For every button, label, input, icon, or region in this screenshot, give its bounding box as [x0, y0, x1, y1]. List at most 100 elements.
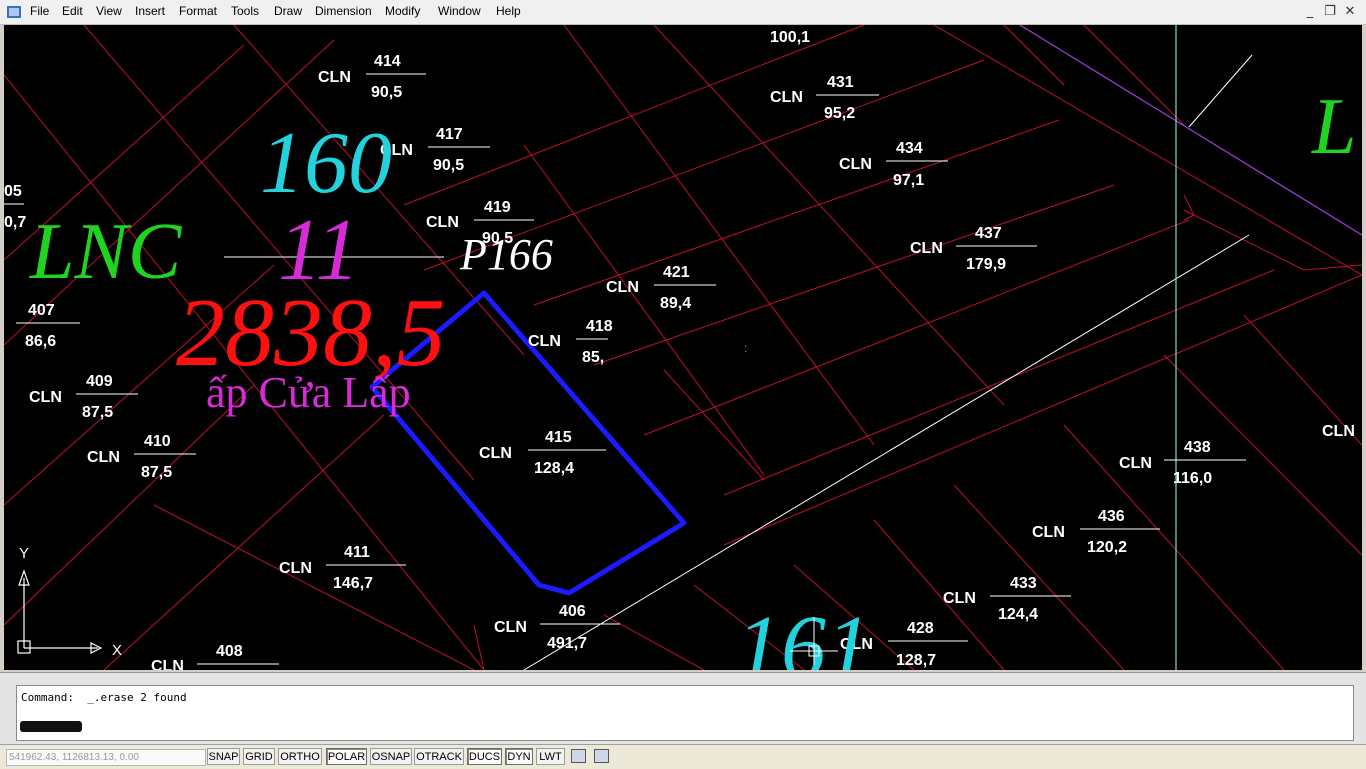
parcel-type-421: CLN	[606, 279, 639, 296]
parcel-area-438: 116,0	[1173, 470, 1212, 487]
parcel-area-407: 86,6	[25, 333, 56, 350]
snap-toggle[interactable]: SNAP	[207, 748, 240, 765]
parcel-area-414: 90,5	[371, 84, 402, 101]
partial-left-area: 0,7	[4, 214, 26, 231]
parcel-label: CLN 415 128,4	[479, 429, 606, 477]
restore-icon[interactable]: ❐	[1322, 4, 1338, 20]
parcel-type-414: CLN	[318, 69, 351, 86]
parcel-num-418: 418	[586, 318, 613, 335]
menu-dimension[interactable]: Dimension	[315, 4, 372, 18]
parcel-num-419: 419	[484, 199, 511, 216]
parcel-type-434: CLN	[839, 156, 872, 173]
parcel-num-437: 437	[975, 225, 1002, 242]
command-window[interactable]: Command: _.erase 2 found	[16, 685, 1354, 741]
parcel-area-411: 146,7	[333, 575, 373, 592]
parcel-label: CLN 408	[151, 643, 279, 670]
parcel-num-438: 438	[1184, 439, 1211, 456]
menu-help[interactable]: Help	[496, 4, 521, 18]
parcel-label: CLN 409 87,5	[29, 373, 138, 421]
otrack-toggle[interactable]: OTRACK	[414, 748, 464, 765]
polar-toggle[interactable]: POLAR	[326, 748, 367, 765]
menu-edit[interactable]: Edit	[62, 4, 83, 18]
menu-draw[interactable]: Draw	[274, 4, 302, 18]
parcel-label: CLN 411 146,7	[279, 544, 406, 592]
parcel-label: CLN 436 120,2	[1032, 508, 1160, 556]
partial-right-big: L	[1311, 83, 1357, 171]
command-input[interactable]	[20, 721, 82, 732]
menu-tools[interactable]: Tools	[231, 4, 259, 18]
parcel-area-417: 90,5	[433, 157, 464, 174]
ucs-x-label: X	[112, 642, 122, 659]
menu-format[interactable]: Format	[179, 4, 217, 18]
plot-reference: P166	[459, 230, 553, 279]
model-space-icon[interactable]	[571, 749, 586, 763]
cad-drawing[interactable]: CLN 414 90,5 CLN 417 90,5 CLN 419 90,5 C…	[4, 25, 1362, 670]
status-bar: 541962.43, 1126813.13, 0.00 SNAP GRID OR…	[0, 744, 1366, 769]
parcel-label: CLN 438 116,0	[1119, 439, 1246, 487]
parcel-num-408: 408	[216, 643, 243, 660]
sheet-number-161: 161	[736, 598, 871, 670]
parcel-area-434: 97,1	[893, 172, 924, 189]
parcel-label: CLN 417 90,5	[380, 126, 490, 174]
parcel-type-437: CLN	[910, 240, 943, 257]
menu-bar: File Edit View Insert Format Tools Draw …	[0, 0, 1366, 25]
parcel-type-408: CLN	[151, 658, 184, 670]
parcel-num-428: 428	[907, 620, 934, 637]
parcel-num-407: 407	[28, 302, 55, 319]
ortho-toggle[interactable]: ORTHO	[278, 748, 322, 765]
parcel-num-415: 415	[545, 429, 572, 446]
grid-toggle[interactable]: GRID	[243, 748, 275, 765]
parcel-num-434: 434	[896, 140, 923, 157]
osnap-toggle[interactable]: OSNAP	[370, 748, 412, 765]
parcel-type-410: CLN	[87, 449, 120, 466]
parcel-num-431: 431	[827, 74, 854, 91]
land-type-lnc: LNC	[29, 208, 183, 296]
parcel-area-428: 128,7	[896, 652, 936, 669]
close-icon[interactable]: ✕	[1342, 4, 1358, 20]
app-icon[interactable]	[6, 4, 22, 20]
parcel-label: CLN 437 179,9	[910, 225, 1037, 273]
command-panel: Command: _.erase 2 found	[0, 672, 1366, 745]
menu-modify[interactable]: Modify	[385, 4, 420, 18]
parcel-num-421: 421	[663, 264, 690, 281]
parcel-area-421: 89,4	[660, 295, 691, 312]
menu-insert[interactable]: Insert	[135, 4, 165, 18]
parcel-type-418: CLN	[528, 333, 561, 350]
parcel-area-433: 124,4	[998, 606, 1038, 623]
partial-top-area: 100,1	[770, 29, 810, 46]
parcel-area-437: 179,9	[966, 256, 1006, 273]
sheet-number-160: 160	[260, 115, 392, 212]
layout-icon[interactable]	[594, 749, 609, 763]
partial-right-type: CLN	[1322, 423, 1355, 440]
parcel-type-406: CLN	[494, 619, 527, 636]
parcel-label: CLN 414 90,5	[318, 53, 426, 101]
parcel-type-411: CLN	[279, 560, 312, 577]
minimize-icon[interactable]: _	[1302, 4, 1318, 20]
command-history: Command: _.erase 2 found	[21, 691, 187, 704]
parcel-label: CLN 433 124,4	[943, 575, 1071, 623]
stray-mark: :	[744, 341, 747, 355]
ucs-y-label: Y	[19, 545, 29, 562]
parcel-type-436: CLN	[1032, 524, 1065, 541]
parcel-area-415: 128,4	[534, 460, 574, 477]
parcel-type-438: CLN	[1119, 455, 1152, 472]
ucs-icon	[17, 569, 103, 654]
parcel-area-418: 85,	[582, 349, 604, 366]
parcel-num-433: 433	[1010, 575, 1037, 592]
lwt-toggle[interactable]: LWT	[536, 748, 565, 765]
ducs-toggle[interactable]: DUCS	[467, 748, 502, 765]
menu-window[interactable]: Window	[438, 4, 481, 18]
dyn-toggle[interactable]: DYN	[505, 748, 533, 765]
menu-view[interactable]: View	[96, 4, 122, 18]
magenta-boundary-line	[1019, 25, 1362, 236]
partial-left-num: 05	[4, 183, 22, 200]
parcel-area-436: 120,2	[1087, 539, 1127, 556]
parcel-label: CLN 431 95,2	[770, 74, 879, 122]
drawing-canvas[interactable]: CLN 414 90,5 CLN 417 90,5 CLN 419 90,5 C…	[4, 25, 1362, 670]
coordinate-readout: 541962.43, 1126813.13, 0.00	[6, 749, 206, 766]
parcel-num-406: 406	[559, 603, 586, 620]
menu-file[interactable]: File	[30, 4, 49, 18]
parcel-type-431: CLN	[770, 89, 803, 106]
parcel-area-406: 491,7	[547, 635, 587, 652]
parcel-num-409: 409	[86, 373, 113, 390]
